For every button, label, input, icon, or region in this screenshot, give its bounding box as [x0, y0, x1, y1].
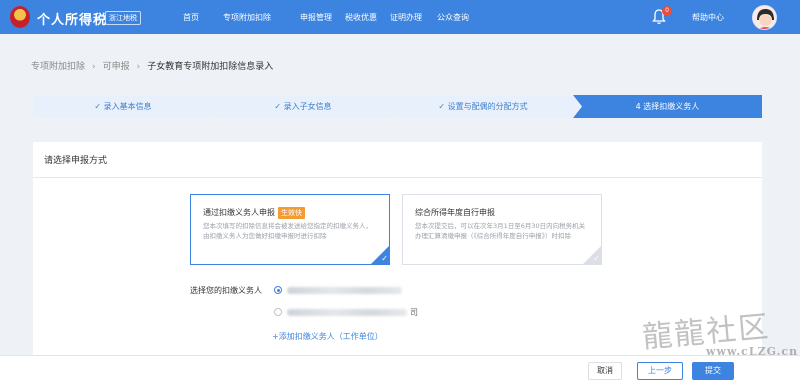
- option-agent-title: 通过扣缴义务人申报 生效快: [203, 207, 305, 219]
- step-select-agent-label: 4 选择扣缴义务人: [635, 102, 700, 111]
- breadcrumb-separator: ›: [92, 62, 96, 72]
- breadcrumb-separator: ›: [136, 62, 141, 72]
- nav-certificate[interactable]: 证明办理: [390, 12, 422, 23]
- checkmark-icon: ✓: [381, 254, 388, 263]
- avatar[interactable]: [752, 5, 777, 30]
- tax-emblem-icon: [10, 6, 30, 28]
- nav-public-query[interactable]: 公众查询: [437, 12, 469, 23]
- breadcrumb-declarable[interactable]: 可申报: [103, 62, 130, 72]
- fast-effect-tag: 生效快: [278, 207, 305, 219]
- agent-name-redacted: [287, 287, 402, 294]
- user-avatar-icon: [753, 6, 776, 29]
- section-title: 请选择申报方式: [44, 156, 108, 166]
- breadcrumb: 专项附加扣除 › 可申报 › 子女教育专项附加扣除信息录入: [31, 59, 273, 72]
- notification-badge: 0: [662, 6, 672, 16]
- divider: [33, 177, 762, 178]
- checkmark-icon: ✓: [593, 254, 600, 263]
- breadcrumb-special-deduction[interactable]: 专项附加扣除: [31, 62, 85, 72]
- breadcrumb-current: 子女教育专项附加扣除信息录入: [147, 62, 274, 72]
- agent-name-redacted: [287, 309, 407, 316]
- option-self-declaration[interactable]: 综合所得年度自行申报 您本次提交后，可以在次年3月1日至6月30日内向税务机关办…: [402, 194, 602, 265]
- step-select-agent: 4 选择扣缴义务人: [573, 95, 762, 118]
- option-agent-description: 您本次填写的扣除信息将会被发送给您指定的扣缴义务人，由扣缴义务人为您做好扣缴申报…: [203, 222, 372, 240]
- submit-button[interactable]: 提交: [692, 362, 734, 380]
- progress-steps: ✓ 录入基本信息 ✓ 录入子女信息 ✓ 设置与配偶的分配方式 4 选择扣缴义务人: [33, 95, 762, 118]
- step-spouse-allocation: ✓ 设置与配偶的分配方式: [393, 95, 573, 118]
- nav-declaration[interactable]: 申报管理: [300, 12, 332, 23]
- step-child-info: ✓ 录入子女信息: [213, 95, 393, 118]
- add-agent-link[interactable]: +添加扣缴义务人（工作单位）: [272, 331, 383, 342]
- option-self-title: 综合所得年度自行申报: [415, 208, 495, 217]
- nav-home[interactable]: 首页: [183, 12, 199, 23]
- help-center-link[interactable]: 帮助中心: [692, 12, 724, 23]
- agent-name-suffix: 司: [410, 308, 418, 317]
- agent-select-label: 选择您的扣缴义务人: [190, 286, 262, 295]
- nav-special-deduction[interactable]: 专项附加扣除: [223, 12, 271, 23]
- nav-tax-incentive[interactable]: 税收优惠: [345, 12, 377, 23]
- top-navigation-bar: 个人所得税 浙江地税 首页 专项附加扣除 申报管理 税收优惠 证明办理 公众查询…: [0, 0, 800, 34]
- cancel-button[interactable]: 取消: [588, 362, 622, 380]
- agent-radio-1[interactable]: [274, 286, 282, 294]
- step-child-info-label: ✓ 录入子女信息: [274, 102, 332, 111]
- option-agent-declaration[interactable]: 通过扣缴义务人申报 生效快 您本次填写的扣除信息将会被发送给您指定的扣缴义务人，由…: [190, 194, 390, 265]
- watermark-url: www.cLZG.cn: [706, 345, 799, 358]
- region-badge: 浙江地税: [105, 11, 141, 25]
- step-basic-info: ✓ 录入基本信息: [33, 95, 213, 118]
- option-self-description: 您本次提交后，可以在次年3月1日至6月30日内向税务机关办理汇算清缴申报（《综合…: [415, 222, 586, 240]
- step-spouse-allocation-label: ✓ 设置与配偶的分配方式: [438, 102, 528, 111]
- agent-radio-2[interactable]: [274, 308, 282, 316]
- previous-step-button[interactable]: 上一步: [637, 362, 683, 380]
- app-title: 个人所得税: [37, 13, 108, 28]
- step-basic-info-label: ✓ 录入基本信息: [94, 102, 152, 111]
